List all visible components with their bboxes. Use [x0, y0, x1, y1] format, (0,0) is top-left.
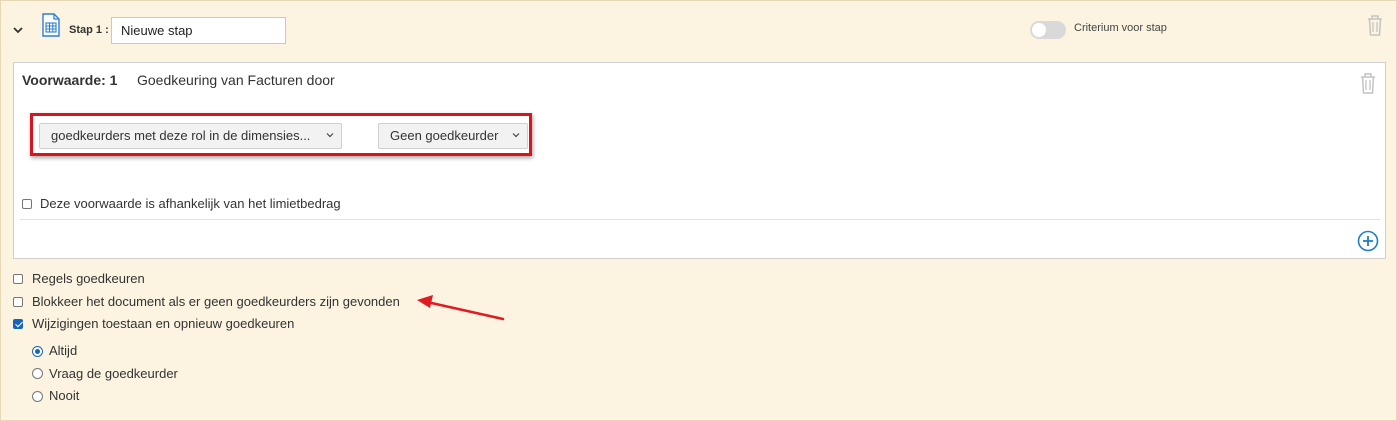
approve-rules-checkbox[interactable]	[13, 274, 23, 284]
approver-type-select[interactable]: goedkeurders met deze rol in de dimensie…	[39, 123, 342, 149]
step-label: Stap 1 :	[69, 24, 109, 36]
condition-title: Voorwaarde: 1	[22, 72, 118, 88]
toggle-knob	[1032, 23, 1046, 37]
block-document-checkbox[interactable]	[13, 297, 23, 307]
reapprove-radio-ask[interactable]	[32, 368, 43, 379]
annotation-arrow	[417, 295, 505, 321]
approver-select[interactable]: Geen goedkeurder	[378, 123, 528, 149]
limit-dependent-checkbox[interactable]	[22, 199, 32, 209]
chevron-down-icon	[326, 133, 334, 138]
condition-panel: Voorwaarde: 1 Goedkeuring van Facturen d…	[13, 62, 1386, 259]
approver-value: Geen goedkeurder	[390, 128, 499, 143]
step-name-input[interactable]	[111, 17, 286, 44]
reapprove-label-ask: Vraag de goedkeurder	[49, 366, 178, 381]
plus-circle-icon[interactable]	[1357, 230, 1379, 252]
trash-icon[interactable]	[1364, 13, 1386, 37]
criterium-toggle[interactable]	[1030, 21, 1066, 39]
spreadsheet-document-icon	[42, 13, 60, 37]
divider	[20, 219, 1380, 220]
criterium-label: Criterium voor stap	[1074, 22, 1167, 34]
reapprove-radio-always[interactable]	[32, 346, 43, 357]
chevron-down-icon[interactable]	[11, 23, 25, 37]
trash-icon[interactable]	[1357, 71, 1379, 95]
approval-step-card: Stap 1 : Criterium voor stap Voorwaarde:…	[0, 0, 1397, 421]
allow-changes-checkbox[interactable]	[13, 319, 23, 329]
approver-type-value: goedkeurders met deze rol in de dimensie…	[51, 128, 311, 143]
reapprove-radio-never[interactable]	[32, 391, 43, 402]
allow-changes-label: Wijzigingen toestaan en opnieuw goedkeur…	[32, 316, 295, 331]
condition-description: Goedkeuring van Facturen door	[137, 72, 335, 88]
reapprove-label-always: Altijd	[49, 343, 78, 358]
block-document-label: Blokkeer het document als er geen goedke…	[32, 294, 400, 309]
reapprove-label-never: Nooit	[49, 388, 80, 403]
limit-dependent-label: Deze voorwaarde is afhankelijk van het l…	[40, 196, 341, 211]
highlight-box: goedkeurders met deze rol in de dimensie…	[30, 113, 532, 156]
approve-rules-label: Regels goedkeuren	[32, 271, 145, 286]
chevron-down-icon	[512, 133, 520, 138]
